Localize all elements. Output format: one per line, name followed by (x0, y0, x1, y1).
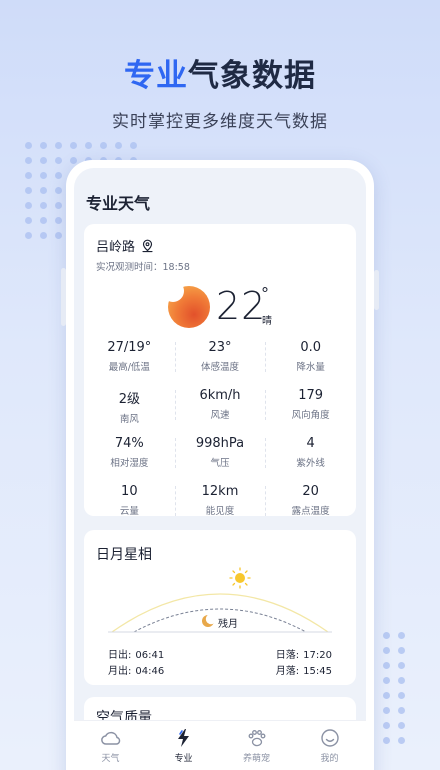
metric-cell: 20 露点温度 (265, 480, 356, 524)
sunset-label: 日落: (275, 650, 300, 661)
metric-value: 179 (298, 388, 324, 403)
sunrise-label: 日出: (108, 650, 132, 661)
metric-value: 998hPa (195, 436, 245, 451)
metric-value: 6km/h (199, 388, 241, 403)
moonrise-time: 04:46 (135, 666, 165, 677)
metric-label: 南风 (119, 414, 139, 425)
weather-card: 吕岭路 实况观测时间：18:58 22 ° 晴 27/19° 最高/低温 23° 体… (84, 224, 356, 517)
metric-value: 23° (208, 340, 232, 355)
metric-cell: 23° 体感温度 (174, 336, 266, 380)
metric-value: 4 (306, 436, 315, 451)
metric-cell: 998hPa 气压 (174, 432, 266, 476)
metric-value: 12km (201, 484, 239, 499)
metric-cell: 27/19° 最高/低温 (84, 336, 175, 380)
metric-cell: 12km 能见度 (174, 480, 266, 524)
metric-label: 风向角度 (291, 410, 330, 421)
moonrise-row: 月出: 04:46 (108, 662, 164, 677)
moonset-time: 15:45 (303, 666, 332, 677)
location-row[interactable]: 吕岭路 (96, 236, 154, 255)
metric-cell: 6km/h 风速 (174, 384, 266, 428)
moon-icon (202, 613, 217, 627)
metric-label: 最高/低温 (108, 362, 150, 373)
sun-moon-title: 日月星相 (96, 547, 152, 563)
decorative-dots-bottom (383, 632, 405, 744)
moon-phase: 残月 (218, 619, 238, 630)
metric-label: 能见度 (205, 506, 235, 517)
tab-pets[interactable]: 养萌宠 (220, 721, 293, 770)
metric-label: 云量 (119, 506, 139, 517)
hero-title: 专业气象数据 (0, 50, 440, 95)
degree-symbol: ° (261, 284, 269, 303)
observation-time: 实况观测时间：18:58 (96, 262, 190, 273)
phone-side-button-right (374, 270, 379, 310)
paw-icon (248, 730, 265, 747)
location-pin-icon (142, 239, 153, 252)
page-title: 专业天气 (86, 194, 151, 213)
metric-cell: 2级南风 (84, 384, 175, 428)
sunrise-row: 日出: 06:41 (108, 646, 164, 661)
metric-cell: 0.0 降水量 (265, 336, 356, 380)
tab-label: 养萌宠 (242, 754, 270, 764)
moonset-label: 月落: (275, 666, 300, 677)
lightning-icon (177, 729, 189, 747)
tab-me[interactable]: 我的 (293, 721, 366, 770)
metric-label: 露点温度 (291, 506, 330, 517)
metric-value: 0.0 (300, 340, 321, 355)
tab-professional[interactable]: 专业 (147, 721, 220, 770)
tab-label: 专业 (174, 754, 193, 764)
sun-moon-card: 日月星相 残月 日出: 06:41 月出: 04:46 日落: 17:20 月落… (84, 530, 356, 685)
metric-label: 降水量 (296, 362, 325, 373)
bottom-tab-bar: 天气 专业 养萌宠 我的 (74, 720, 366, 770)
sunrise-time: 06:41 (135, 650, 165, 661)
hero-title-accent: 专业 (124, 58, 188, 94)
tab-label: 天气 (101, 754, 120, 764)
metric-value: 10 (121, 484, 138, 499)
sunset-time: 17:20 (303, 650, 332, 661)
metric-label: 体感温度 (200, 362, 239, 373)
metric-value: 27/19° (107, 340, 152, 355)
sunset-row: 日落: 17:20 (276, 646, 332, 661)
metric-value: 2级 (118, 392, 140, 407)
current-temperature: 22 (216, 284, 267, 328)
moonset-row: 月落: 15:45 (276, 662, 332, 677)
tab-label: 我的 (320, 754, 339, 764)
metric-label: 紫外线 (296, 458, 325, 469)
tab-weather[interactable]: 天气 (74, 721, 147, 770)
hero-subtitle: 实时掌控更多维度天气数据 (112, 112, 328, 132)
metric-label: 相对湿度 (110, 458, 149, 469)
metric-cell: 10 云量 (84, 480, 175, 524)
phone-side-button-left (61, 268, 66, 326)
smiley-icon (320, 729, 339, 747)
weather-icon (100, 731, 120, 745)
metric-cell: 74% 相对湿度 (84, 432, 175, 476)
metric-value: 20 (302, 484, 319, 499)
weather-condition: 晴 (262, 316, 272, 327)
metric-cell: 179 风向角度 (265, 384, 356, 428)
sunny-icon (162, 280, 210, 328)
moonrise-label: 月出: (108, 666, 132, 677)
metric-label: 气压 (210, 458, 230, 469)
metric-label: 风速 (210, 410, 230, 421)
app-screen: 专业天气 吕岭路 实况观测时间：18:58 22 ° 晴 27/19° 最高/低温… (74, 168, 366, 770)
hero-title-rest: 气象数据 (188, 58, 316, 94)
metrics-grid: 27/19° 最高/低温 23° 体感温度 0.0 降水量 2级 南风 6km/h 风速 … (84, 336, 356, 524)
sun-icon (229, 567, 251, 589)
metric-cell: 4 紫外线 (265, 432, 356, 476)
metric-value: 74% (114, 436, 144, 451)
location-name: 吕岭路 (96, 240, 136, 255)
